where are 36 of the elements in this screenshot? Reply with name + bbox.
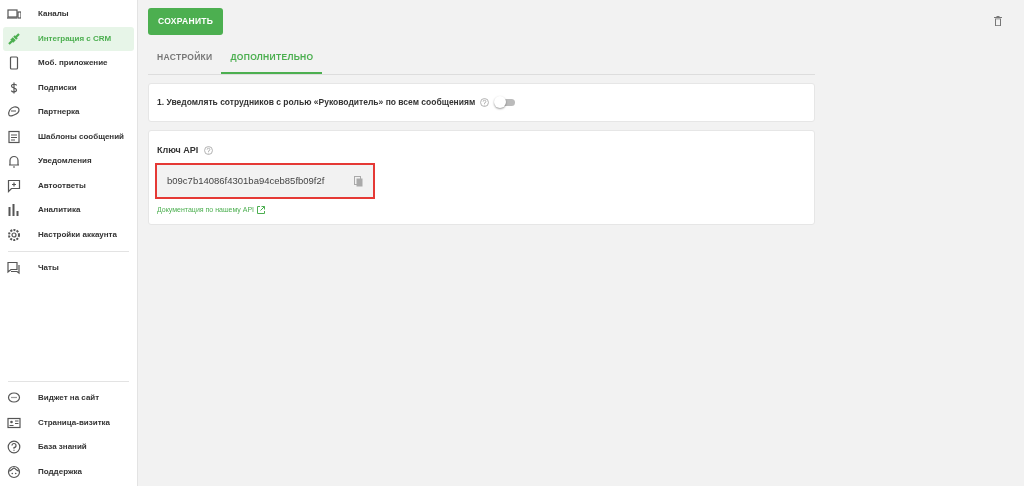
plug-icon (7, 31, 21, 46)
sidebar-item[interactable]: Партнерка (3, 100, 134, 125)
api-key-title: Ключ API (157, 143, 199, 157)
id-card-icon (7, 415, 21, 430)
help-icon (480, 97, 490, 107)
sidebar-item[interactable]: Уведомления (3, 149, 134, 174)
sidebar-item[interactable]: Подписки (3, 75, 134, 100)
setting-label: 1. Уведомлять сотрудников с ролью «Руководитель» по всем сообщениям (157, 95, 476, 109)
help-icon (204, 145, 214, 155)
sidebar-item[interactable]: Страница-визитка (3, 410, 134, 435)
sidebar-item[interactable]: Шаблоны сообщений (3, 124, 134, 149)
support-icon (7, 464, 21, 479)
message-plus-icon (7, 178, 21, 193)
sidebar-item[interactable]: Поддержка (3, 459, 134, 484)
toggle-switch[interactable] (494, 96, 517, 108)
sidebar-item[interactable]: Автоответы (3, 173, 134, 198)
bell-icon (7, 154, 21, 169)
sidebar-item[interactable]: Настройки аккаунта (3, 222, 134, 247)
sidebar-item[interactable]: Моб. приложение (3, 51, 134, 76)
copy-icon[interactable] (354, 175, 363, 187)
gear-icon (7, 227, 21, 242)
help-icon (7, 440, 21, 455)
sidebar-item[interactable]: Аналитика (3, 198, 134, 223)
sidebar-item[interactable]: Каналы (3, 2, 134, 27)
devices-icon (7, 7, 21, 22)
sidebar-item[interactable]: Виджет на сайт (3, 386, 134, 411)
chat-icon (7, 261, 21, 276)
tab[interactable]: НАСТРОЙКИ (148, 42, 222, 74)
document-icon (7, 129, 21, 144)
sidebar-item[interactable]: Чаты (3, 256, 134, 281)
external-link-icon[interactable] (257, 206, 266, 215)
delete-icon[interactable] (994, 16, 1002, 26)
sidebar-item[interactable]: База знаний (3, 435, 134, 460)
phone-icon (7, 56, 21, 71)
api-key-field[interactable]: b09c7b14086f4301ba94ceb85fb09f2f (157, 165, 373, 197)
bar-chart-icon (7, 203, 21, 218)
